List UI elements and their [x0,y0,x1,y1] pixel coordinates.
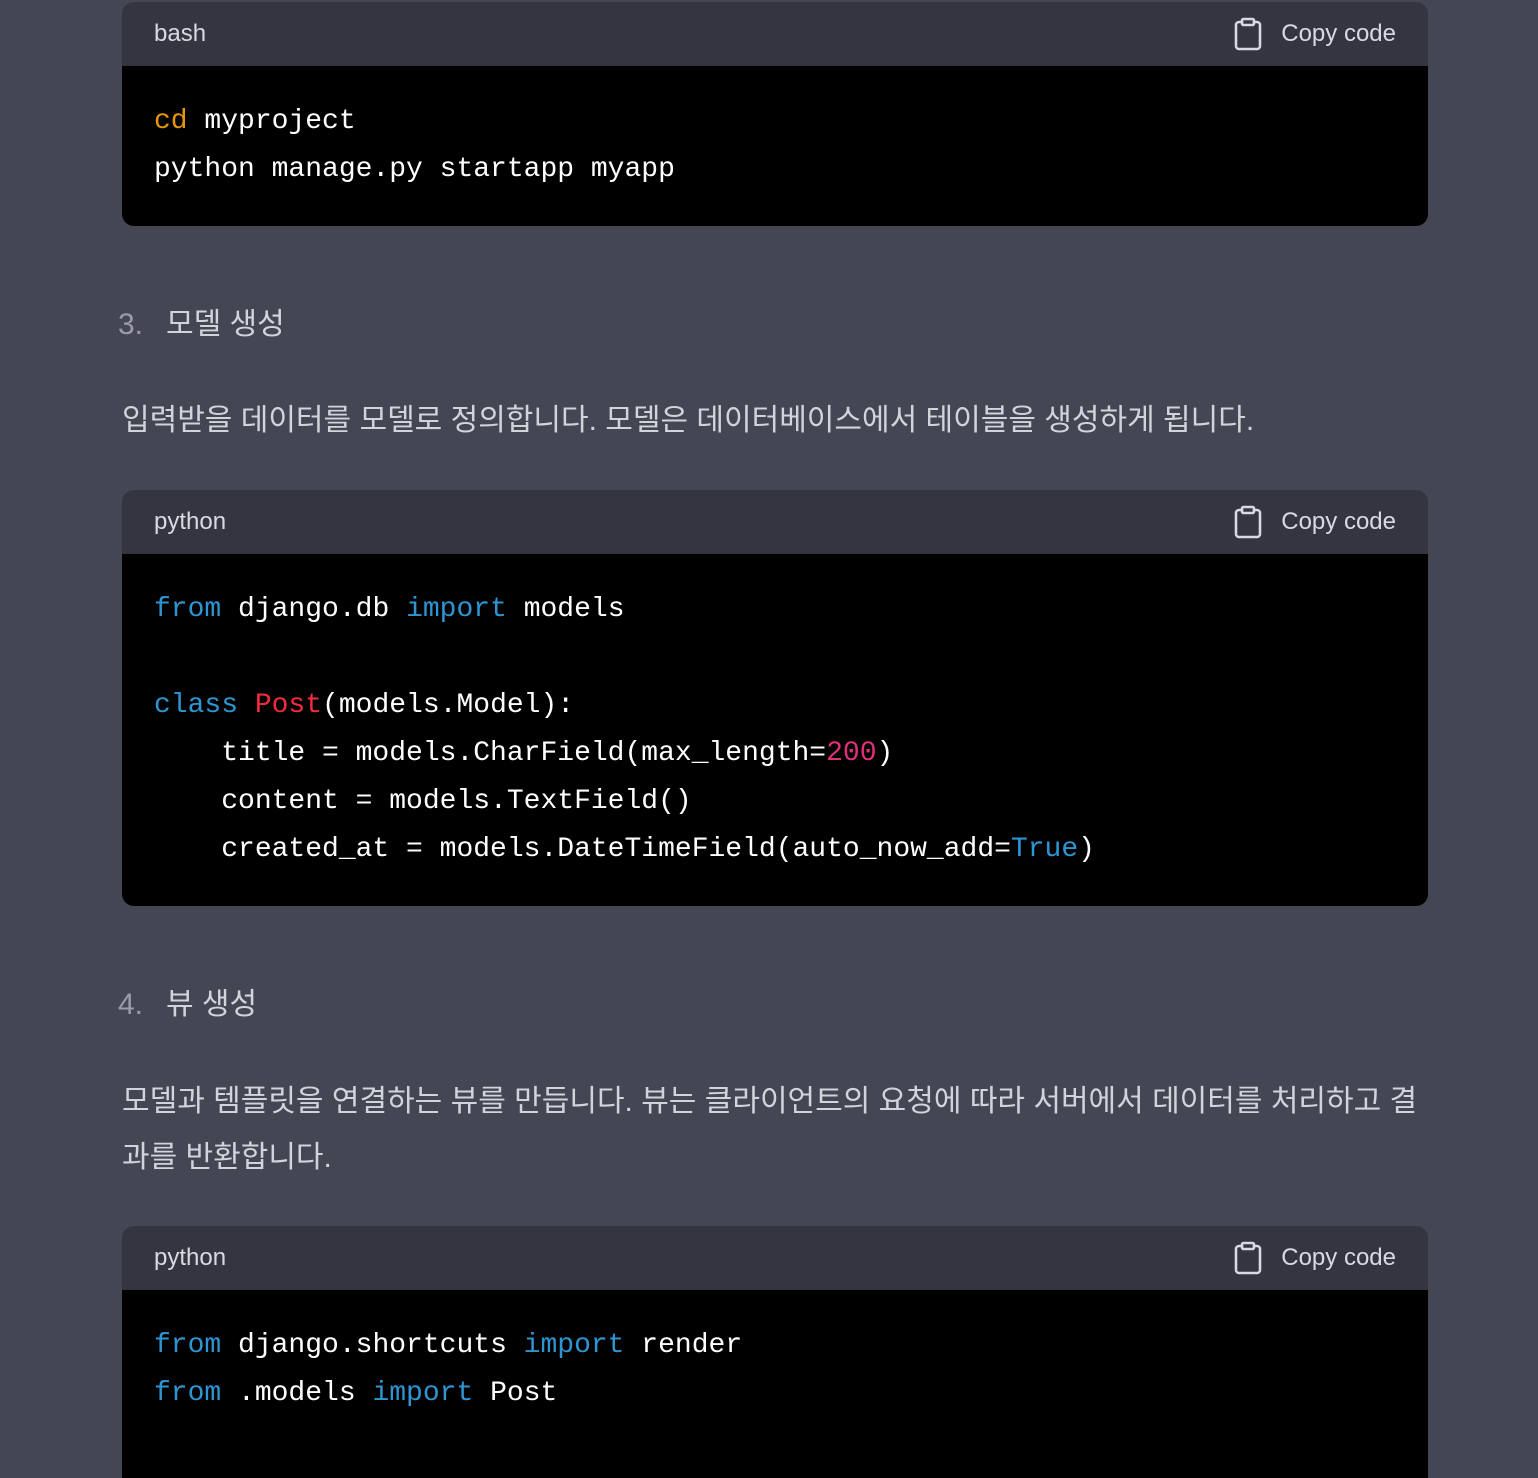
code-builtin: cd [154,106,188,137]
code-body: from django.db import models class Post(… [122,554,1428,906]
list-number: 4. [118,988,144,1021]
step-title: 모델 생성 [166,308,285,341]
code-line: created_at = models.DateTimeField(auto_n… [154,826,1396,874]
code-text: ) [876,738,894,769]
code-text: python manage.py startapp myapp [154,154,675,185]
code-language-label: bash [154,20,207,47]
code-text: ) [1078,834,1095,865]
copy-code-button[interactable]: Copy code [1230,16,1396,52]
code-line: title = models.CharField(max_length=200) [154,730,1396,778]
code-language-label: python [154,508,227,535]
code-text: (models.Model): [322,690,575,721]
code-body: cd myproject python manage.py startapp m… [122,66,1428,226]
code-literal: True [1010,834,1079,865]
code-block-header: python Copy code [122,490,1428,554]
step-description: 모델과 템플릿을 연결하는 뷰를 만듭니다. 뷰는 클라이언트의 요청에 따라 … [122,1085,1418,1174]
copy-code-label: Copy code [1281,20,1396,47]
code-keyword: class [154,690,239,721]
code-line: from django.db import models [154,586,1396,634]
copy-code-button[interactable]: Copy code [1230,1240,1396,1276]
clipboard-icon [1230,16,1266,52]
code-number: 200 [826,738,877,769]
code-keyword: import [372,1378,474,1409]
code-block-header: bash Copy code [122,2,1428,66]
code-text: django.db [221,594,407,625]
code-language-label: python [154,1244,227,1271]
code-line: from django.shortcuts import render [154,1322,1396,1370]
code-line: from .models import Post [154,1370,1396,1418]
code-text: created_at = models.DateTimeField(auto_n… [154,834,1011,865]
code-line: python manage.py startapp myapp [154,146,1396,194]
copy-code-button[interactable]: Copy code [1230,504,1396,540]
code-line: content = models.TextField() [154,778,1396,826]
code-text: content = models.TextField() [154,786,692,817]
code-body: from django.shortcuts import render from… [122,1290,1428,1478]
code-text: Post [473,1378,558,1409]
copy-code-label: Copy code [1281,1244,1396,1271]
code-text: .models [221,1378,373,1409]
step-heading: 4. 뷰 생성 [118,985,1418,1025]
code-text: myproject [187,106,356,137]
code-keyword: from [154,594,222,625]
code-block-python: python Copy code from django.db import m… [122,490,1428,906]
code-text: models [506,594,625,625]
code-block-header: python Copy code [122,1226,1428,1290]
copy-code-label: Copy code [1281,508,1396,535]
code-line: cd myproject [154,98,1396,146]
step-heading: 3. 모델 생성 [118,305,1418,345]
code-keyword: import [523,1330,625,1361]
code-line: class Post(models.Model): [154,682,1396,730]
list-number: 3. [118,308,144,341]
code-keyword: from [154,1330,222,1361]
code-keyword: from [154,1378,222,1409]
code-text: django.shortcuts [221,1330,524,1361]
code-text: title = models.CharField(max_length= [154,738,827,769]
step-description: 입력받을 데이터를 모델로 정의합니다. 모델은 데이터베이스에서 테이블을 생… [122,404,1255,437]
code-block-python: python Copy code from django.shortcuts i… [122,1226,1428,1478]
code-class-name: Post [254,690,323,721]
code-block-bash: bash Copy code cd myproject python manag… [122,2,1428,226]
clipboard-icon [1230,504,1266,540]
code-text: render [624,1330,743,1361]
step-title: 뷰 생성 [166,988,258,1021]
code-keyword: import [406,594,507,625]
clipboard-icon [1230,1240,1266,1276]
